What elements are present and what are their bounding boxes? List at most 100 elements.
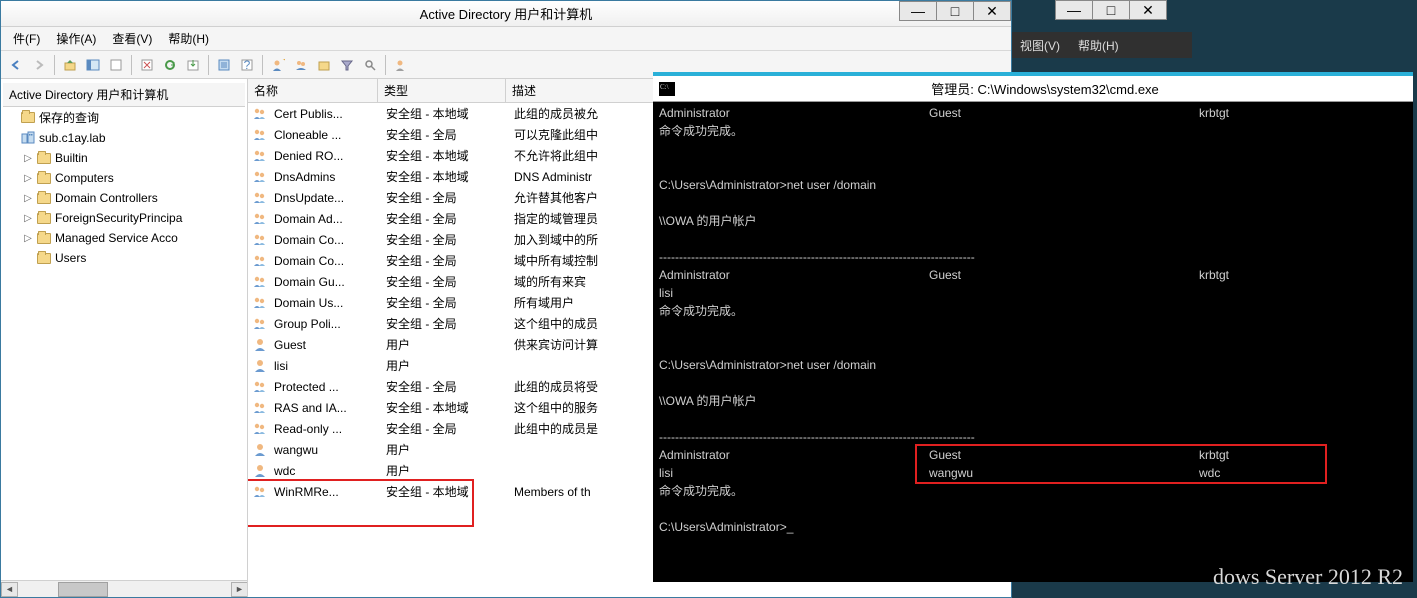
cell-type: 安全组 - 全局: [380, 209, 508, 228]
cell-type: 安全组 - 本地域: [380, 398, 508, 417]
folder-icon: [36, 150, 52, 166]
tree-label: Managed Service Acco: [55, 231, 178, 245]
tree-item[interactable]: ▷ Builtin: [3, 148, 245, 168]
menu-action[interactable]: 操作(A): [48, 28, 104, 49]
cmd-output[interactable]: AdministratorGuestkrbtgt命令成功完成。 C:\Users…: [653, 102, 1413, 582]
cell-name: Read-only ...: [268, 421, 380, 437]
folder-icon: [36, 250, 52, 266]
export-icon[interactable]: [182, 54, 204, 76]
cell-type: 安全组 - 全局: [380, 377, 508, 396]
help-icon[interactable]: ?: [236, 54, 258, 76]
new-user-icon[interactable]: ✦: [267, 54, 289, 76]
expand-icon[interactable]: ▷: [23, 153, 33, 164]
back-button[interactable]: [5, 54, 27, 76]
bg-minimize-button[interactable]: —: [1055, 0, 1093, 20]
tree-item[interactable]: 保存的查询: [3, 107, 245, 128]
ad-title: Active Directory 用户和计算机: [1, 4, 1011, 23]
minimize-button[interactable]: —: [899, 1, 937, 21]
menu-help[interactable]: 帮助(H): [160, 28, 217, 49]
filter-icon[interactable]: [336, 54, 358, 76]
cell-name: DnsAdmins: [268, 169, 380, 185]
user-icon: [252, 442, 268, 458]
cell-name: Cloneable ...: [268, 127, 380, 143]
tree-item[interactable]: ▷ Managed Service Acco: [3, 228, 245, 248]
bg-menu-view[interactable]: 视图(V): [1020, 37, 1060, 54]
cell-name: Guest: [268, 337, 380, 353]
up-button[interactable]: [59, 54, 81, 76]
new-ou-icon[interactable]: [313, 54, 335, 76]
bg-menu-help[interactable]: 帮助(H): [1078, 37, 1119, 54]
folder-icon: [20, 130, 36, 146]
tree-scrollbar[interactable]: ◄►: [1, 580, 248, 597]
expand-icon[interactable]: ▷: [23, 213, 33, 224]
add-user-to-group-icon[interactable]: [390, 54, 412, 76]
user-icon: [252, 337, 268, 353]
cell-name: Domain Gu...: [268, 274, 380, 290]
bg-close-button[interactable]: ✕: [1129, 0, 1167, 20]
svg-text:?: ?: [244, 58, 251, 72]
watermark: dows Server 2012 R2: [1213, 564, 1403, 590]
bg-menubar: 视图(V) 帮助(H): [1012, 32, 1192, 58]
cell-name: Domain Ad...: [268, 211, 380, 227]
cmd-titlebar[interactable]: 管理员: C:\Windows\system32\cmd.exe: [653, 76, 1413, 102]
menu-view[interactable]: 查看(V): [104, 28, 160, 49]
cell-name: lisi: [268, 358, 380, 374]
refresh-icon[interactable]: [159, 54, 181, 76]
cell-type: 安全组 - 全局: [380, 230, 508, 249]
menu-file[interactable]: 件(F): [5, 28, 48, 49]
expand-icon[interactable]: ▷: [23, 233, 33, 244]
cell-name: Denied RO...: [268, 148, 380, 164]
tree-pane: Active Directory 用户和计算机 保存的查询sub.c1ay.la…: [1, 79, 248, 597]
bg-maximize-button[interactable]: □: [1092, 0, 1130, 20]
bg-window-buttons: — □ ✕: [1056, 0, 1167, 20]
group-icon: [252, 316, 268, 332]
cell-type: 安全组 - 全局: [380, 272, 508, 291]
folder-icon: [36, 170, 52, 186]
cut-icon[interactable]: [105, 54, 127, 76]
tree-item[interactable]: Users: [3, 248, 245, 268]
user-icon: [252, 463, 268, 479]
cell-name: Cert Publis...: [268, 106, 380, 122]
show-hide-tree-button[interactable]: [82, 54, 104, 76]
new-group-icon[interactable]: [290, 54, 312, 76]
cmd-window: 管理员: C:\Windows\system32\cmd.exe Adminis…: [653, 72, 1413, 582]
group-icon: [252, 253, 268, 269]
cell-name: Domain Co...: [268, 253, 380, 269]
expand-icon[interactable]: ▷: [23, 193, 33, 204]
cell-type: 用户: [380, 335, 508, 354]
tree-item[interactable]: sub.c1ay.lab: [3, 128, 245, 148]
col-type[interactable]: 类型: [378, 79, 506, 102]
cell-type: 安全组 - 本地域: [380, 104, 508, 123]
maximize-button[interactable]: □: [936, 1, 974, 21]
tree-label: Computers: [55, 171, 114, 185]
group-icon: [252, 274, 268, 290]
cell-type: 用户: [380, 461, 508, 480]
cell-name: Protected ...: [268, 379, 380, 395]
cell-type: 安全组 - 全局: [380, 314, 508, 333]
cell-type: 安全组 - 全局: [380, 188, 508, 207]
tree-item[interactable]: ▷Domain Controllers: [3, 188, 245, 208]
tree-item[interactable]: ▷ForeignSecurityPrincipa: [3, 208, 245, 228]
find-icon[interactable]: [359, 54, 381, 76]
tree-item[interactable]: ▷ Computers: [3, 168, 245, 188]
tree-label: Users: [55, 251, 86, 265]
cell-type: 用户: [380, 440, 508, 459]
col-name[interactable]: 名称: [248, 79, 378, 102]
cell-name: Group Poli...: [268, 316, 380, 332]
close-button[interactable]: ✕: [973, 1, 1011, 21]
svg-text:✦: ✦: [282, 58, 285, 67]
cell-type: 安全组 - 全局: [380, 251, 508, 270]
cell-name: DnsUpdate...: [268, 190, 380, 206]
cell-type: 安全组 - 本地域: [380, 146, 508, 165]
group-icon: [252, 148, 268, 164]
ad-titlebar[interactable]: Active Directory 用户和计算机 — □ ✕: [1, 1, 1011, 27]
cell-type: 安全组 - 全局: [380, 293, 508, 312]
highlight-list-users: [248, 479, 474, 527]
expand-icon[interactable]: ▷: [23, 173, 33, 184]
forward-button[interactable]: [28, 54, 50, 76]
folder-icon: [36, 210, 52, 226]
tree-label: Builtin: [55, 151, 88, 165]
delete-icon[interactable]: [136, 54, 158, 76]
cell-type: 安全组 - 全局: [380, 125, 508, 144]
properties-icon[interactable]: [213, 54, 235, 76]
